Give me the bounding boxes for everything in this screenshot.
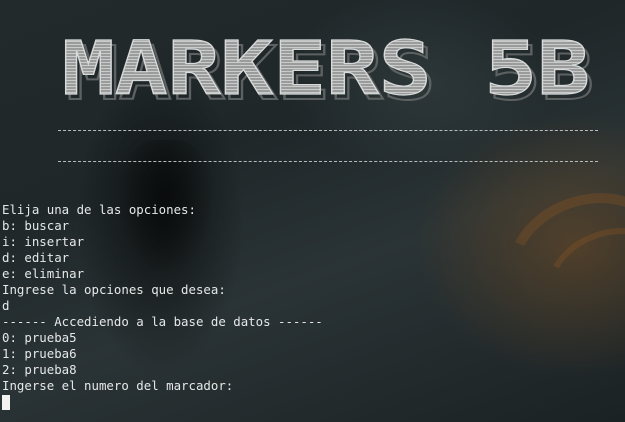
marker-list-item: 1: prueba6 — [2, 346, 77, 361]
terminal-output: Elija una de las opciones: b: buscar i: … — [2, 202, 622, 410]
terminal-window[interactable]: MARKERS 5B MARKERS 5B Elija una de las o… — [0, 0, 625, 422]
text-cursor[interactable] — [2, 395, 10, 410]
marker-number-prompt: Ingerse el numero del marcador: — [2, 378, 234, 393]
user-input-echo: d — [2, 298, 10, 313]
menu-prompt: Elija una de las opciones: — [2, 202, 196, 217]
menu-option-buscar: b: buscar — [2, 218, 70, 233]
banner-title: MARKERS 5B — [62, 26, 590, 108]
database-status: ------ Accediendo a la base de datos ---… — [2, 314, 323, 329]
option-prompt: Ingrese la opciones que desea: — [2, 282, 226, 297]
menu-option-eliminar: e: eliminar — [2, 266, 85, 281]
menu-option-insertar: i: insertar — [2, 234, 85, 249]
ascii-art-banner: MARKERS 5B MARKERS 5B — [61, 25, 595, 108]
divider-line — [58, 161, 598, 162]
menu-option-editar: d: editar — [2, 250, 70, 265]
marker-list-item: 2: prueba8 — [2, 362, 77, 377]
input-line[interactable] — [2, 394, 622, 410]
marker-list-item: 0: prueba5 — [2, 330, 77, 345]
divider-line — [58, 130, 598, 131]
